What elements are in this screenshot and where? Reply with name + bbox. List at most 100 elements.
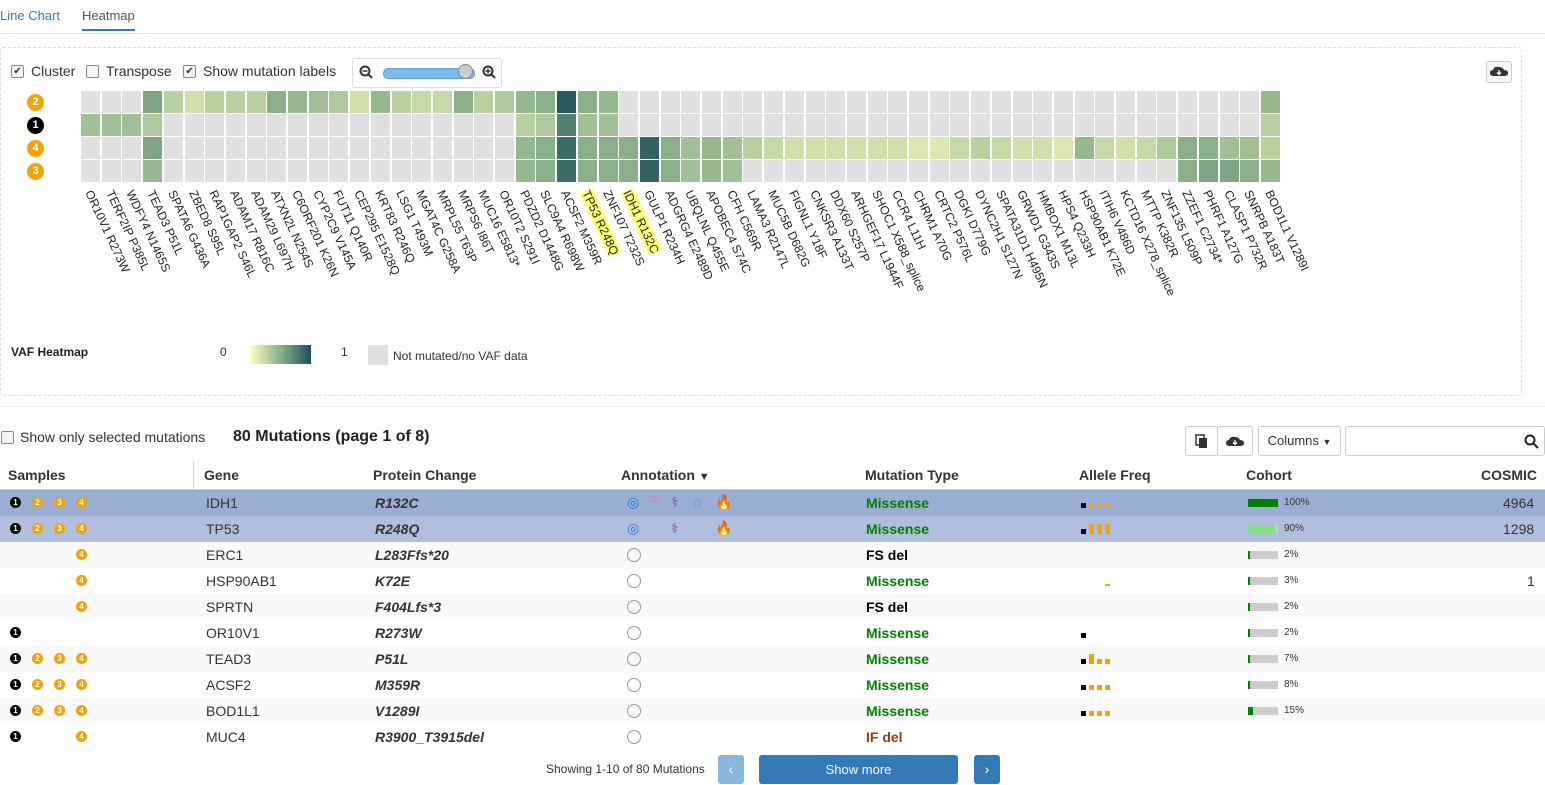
header-cosmic[interactable]: COSMIC	[1481, 467, 1537, 483]
heatmap-cell[interactable]	[722, 137, 743, 159]
heatmap-cell[interactable]	[846, 160, 867, 182]
hotspot-icon[interactable]: 🔥	[715, 520, 732, 537]
oncokb-icon[interactable]	[627, 652, 641, 666]
heatmap-cell[interactable]	[101, 137, 122, 159]
oncokb-icon[interactable]	[627, 548, 641, 562]
heatmap-cell[interactable]	[370, 160, 391, 182]
heatmap-cell[interactable]	[308, 114, 329, 136]
heatmap-cell[interactable]	[598, 137, 619, 159]
mycancergenome-icon[interactable]: ◌	[693, 494, 701, 510]
table-search-input[interactable]	[1345, 426, 1545, 456]
columns-dropdown[interactable]: Columns ▼	[1258, 426, 1341, 456]
heatmap-cell[interactable]	[1095, 160, 1116, 182]
heatmap-cell[interactable]	[971, 114, 992, 136]
sample-badge[interactable]: 2	[27, 94, 44, 111]
heatmap-cell[interactable]	[639, 91, 660, 113]
heatmap-cell[interactable]	[1074, 114, 1095, 136]
heatmap-cell[interactable]	[101, 91, 122, 113]
heatmap-cell[interactable]	[619, 91, 640, 113]
heatmap-cell[interactable]	[1198, 137, 1219, 159]
heatmap-cell[interactable]	[350, 114, 371, 136]
heatmap-download-button[interactable]	[1486, 61, 1512, 83]
heatmap-cell[interactable]	[536, 91, 557, 113]
heatmap-cell[interactable]	[1053, 137, 1074, 159]
level-3b-icon[interactable]: 3B	[649, 494, 660, 504]
heatmap-cell[interactable]	[143, 137, 164, 159]
heatmap-cell[interactable]	[1095, 137, 1116, 159]
heatmap-cell[interactable]	[1012, 114, 1033, 136]
heatmap-cell[interactable]	[288, 91, 308, 113]
heatmap-cell[interactable]	[702, 114, 722, 136]
heatmap-cell[interactable]	[1178, 137, 1199, 159]
heatmap-cell[interactable]	[805, 91, 826, 113]
heatmap-cell[interactable]	[1095, 114, 1116, 136]
hotspot-icon[interactable]: 🔥	[715, 494, 732, 511]
heatmap-cell[interactable]	[370, 91, 391, 113]
heatmap-cell[interactable]	[205, 114, 226, 136]
heatmap-cell[interactable]	[184, 91, 205, 113]
table-row[interactable]: 1 2 3 4 TEAD3 P51L Missense 7%	[0, 646, 1545, 672]
heatmap-cell[interactable]	[267, 137, 288, 159]
heatmap-cell[interactable]	[722, 114, 743, 136]
heatmap-cell[interactable]	[805, 114, 826, 136]
heatmap-cell[interactable]	[1178, 114, 1199, 136]
zoom-out-icon[interactable]	[359, 65, 373, 79]
heatmap-cell[interactable]	[453, 114, 474, 136]
heatmap-cell[interactable]	[660, 137, 681, 159]
heatmap-cell[interactable]	[1260, 137, 1281, 159]
heatmap-cell[interactable]	[205, 160, 226, 182]
heatmap-cell[interactable]	[888, 91, 909, 113]
heatmap-cell[interactable]	[329, 114, 350, 136]
heatmap-cell[interactable]	[1033, 160, 1054, 182]
heatmap-cell[interactable]	[681, 91, 702, 113]
header-samples[interactable]: Samples	[8, 467, 66, 483]
heatmap-cell[interactable]	[867, 91, 888, 113]
heatmap-cell[interactable]	[929, 114, 950, 136]
next-page-button[interactable]: ›	[974, 755, 1000, 784]
heatmap-cell[interactable]	[1157, 160, 1178, 182]
heatmap-cell[interactable]	[784, 114, 805, 136]
heatmap-cell[interactable]	[474, 114, 495, 136]
heatmap-cell[interactable]	[598, 91, 619, 113]
heatmap-cell[interactable]	[991, 137, 1012, 159]
heatmap-cell[interactable]	[81, 91, 101, 113]
heatmap-cell[interactable]	[122, 114, 143, 136]
heatmap-cell[interactable]	[453, 137, 474, 159]
heatmap-cell[interactable]	[846, 114, 867, 136]
oncokb-icon[interactable]	[627, 704, 641, 718]
heatmap-cell[interactable]	[784, 91, 805, 113]
table-row[interactable]: 4 SPRTN F404Lfs*3 FS del 2%	[0, 594, 1545, 620]
heatmap-cell[interactable]	[888, 137, 909, 159]
heatmap-cell[interactable]	[867, 114, 888, 136]
heatmap-cell[interactable]	[288, 137, 308, 159]
heatmap-cell[interactable]	[639, 114, 660, 136]
heatmap-cell[interactable]	[950, 91, 971, 113]
heatmap-cell[interactable]	[329, 160, 350, 182]
heatmap-cell[interactable]	[163, 114, 184, 136]
heatmap-cell[interactable]	[163, 137, 184, 159]
heatmap-cell[interactable]	[764, 160, 785, 182]
heatmap-cell[interactable]	[743, 160, 764, 182]
heatmap-cell[interactable]	[681, 137, 702, 159]
header-gene[interactable]: Gene	[204, 467, 239, 483]
heatmap-cell[interactable]	[536, 114, 557, 136]
heatmap-cell[interactable]	[412, 137, 433, 159]
heatmap-cell[interactable]	[660, 114, 681, 136]
heatmap-cell[interactable]	[391, 160, 412, 182]
heatmap-cell[interactable]	[81, 137, 101, 159]
heatmap-cell[interactable]	[225, 91, 246, 113]
sample-badge[interactable]: 4	[27, 140, 44, 157]
heatmap-cell[interactable]	[702, 91, 722, 113]
heatmap-cell[interactable]	[1053, 114, 1074, 136]
heatmap-cell[interactable]	[619, 137, 640, 159]
heatmap-cell[interactable]	[184, 160, 205, 182]
heatmap-cell[interactable]	[267, 160, 288, 182]
tab-heatmap[interactable]: Heatmap	[82, 8, 135, 31]
heatmap-cell[interactable]	[184, 137, 205, 159]
table-row[interactable]: 1 2 3 4 TP53 R248Q Missense 1298 ◎ ⚕ 🔥 90%	[0, 516, 1545, 542]
heatmap-cell[interactable]	[453, 160, 474, 182]
oncokb-icon[interactable]: ◎	[627, 494, 639, 511]
heatmap-cell[interactable]	[205, 91, 226, 113]
heatmap-cell[interactable]	[846, 137, 867, 159]
prev-page-button[interactable]: ‹	[718, 755, 744, 784]
